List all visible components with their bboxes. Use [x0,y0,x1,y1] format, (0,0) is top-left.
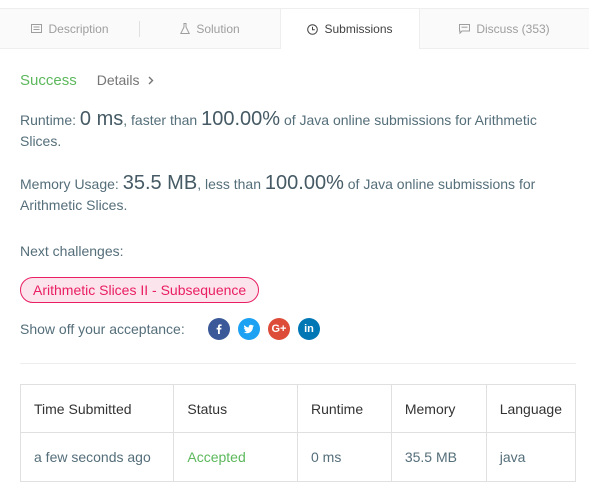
next-challenges-label: Next challenges: [20,243,124,259]
memory-mid: , less than [197,176,265,192]
memory-percent: 100.00% [264,172,344,194]
submissions-table: Time Submitted Status Runtime Memory Lan… [19,384,577,482]
cell-runtime: 0 ms [297,432,392,482]
result-status: Success [20,72,77,89]
result-header: Success Details [20,72,154,89]
tab-description[interactable]: Description [0,9,140,48]
runtime-value: 0 ms [79,108,124,130]
cell-time-submitted: a few seconds ago [19,432,175,482]
runtime-mid: , faster than [123,112,202,128]
document-icon [31,24,43,33]
tab-discuss[interactable]: Discuss (353) [420,9,589,48]
facebook-icon[interactable] [208,318,230,340]
memory-label: Memory Usage: [20,176,123,192]
tab-label: Discuss (353) [476,21,550,36]
chevron-right-icon [148,72,154,88]
column-header-status: Status [173,384,298,433]
column-header-language: Language [485,384,577,433]
memory-summary: Memory Usage: 35.5 MB, less than 100.00%… [20,173,550,216]
table-row: a few seconds ago Accepted 0 ms 35.5 MB … [19,432,577,482]
details-link[interactable]: Details [97,72,154,88]
details-label: Details [96,72,140,88]
top-border [0,0,589,9]
cell-memory: 35.5 MB [390,432,487,482]
tab-bar: Description Solution Submissions Discuss… [0,9,589,49]
table-header-row: Time Submitted Status Runtime Memory Lan… [19,384,577,433]
twitter-icon[interactable] [238,318,260,340]
cell-language: java [485,432,577,482]
share-label: Show off your acceptance: [20,321,185,337]
column-header-runtime: Runtime [297,384,392,433]
runtime-summary: Runtime: 0 ms, faster than 100.00% of Ja… [20,109,550,152]
tab-label: Solution [196,21,240,36]
column-header-memory: Memory [390,384,487,433]
memory-value: 35.5 MB [122,172,198,194]
tab-label: Description [48,21,109,36]
section-divider [20,363,576,364]
column-header-time: Time Submitted [19,384,175,433]
google-plus-icon[interactable]: G+ [268,318,290,340]
tab-submissions[interactable]: Submissions [280,9,420,49]
tab-solution[interactable]: Solution [140,9,280,48]
next-challenge-chip[interactable]: Arithmetic Slices II - Subsequence [20,277,260,303]
runtime-percent: 100.00% [201,108,281,130]
comment-icon [459,23,471,34]
runtime-label: Runtime: [20,112,80,128]
tab-label: Submissions [324,22,393,36]
cell-status-link[interactable]: Accepted [173,432,298,482]
linkedin-icon[interactable]: in [298,318,320,340]
clock-icon [307,23,319,35]
flask-icon [180,23,191,34]
